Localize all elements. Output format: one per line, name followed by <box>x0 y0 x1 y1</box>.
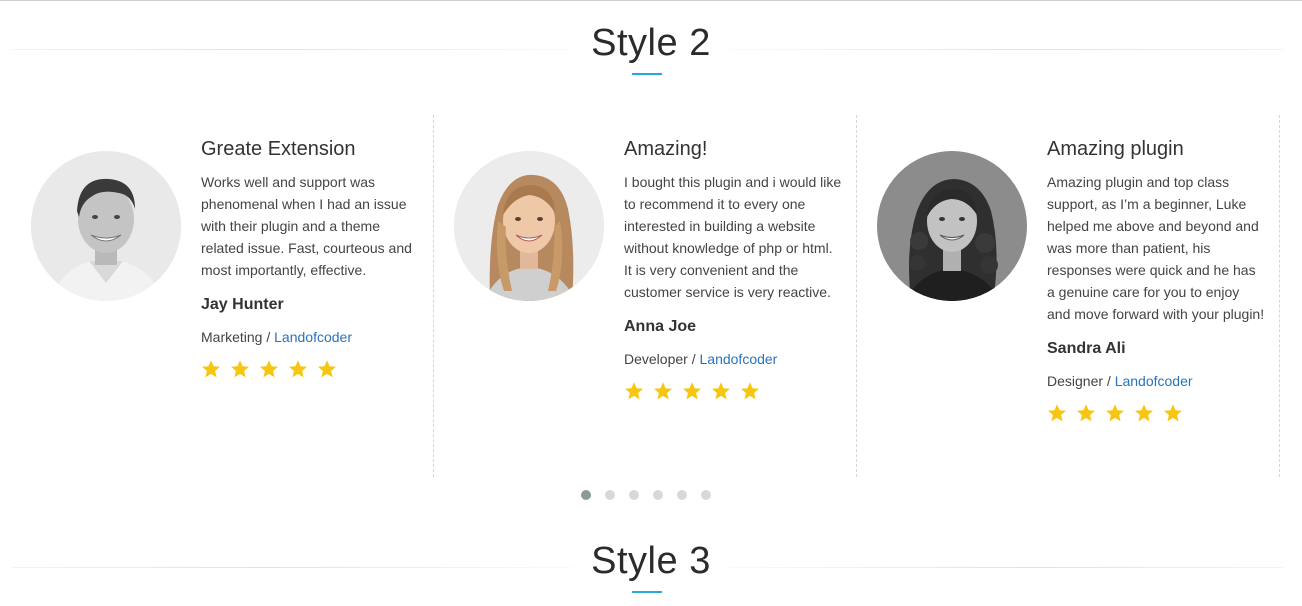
woman-blonde-portrait-photo <box>454 151 604 301</box>
section-title: Style 3 <box>591 540 711 582</box>
star-rating <box>1047 403 1265 425</box>
author-role-label: Designer <box>1047 373 1104 389</box>
author-role-label: Developer <box>624 351 688 367</box>
testimonial-title: Greate Extension <box>201 138 356 160</box>
company-link[interactable]: Landofcoder <box>700 351 778 367</box>
star-rating <box>201 359 419 381</box>
author-name: Jay Hunter <box>201 296 284 313</box>
role-separator: / <box>262 329 275 345</box>
testimonial-content: Greate Extension Works well and support … <box>201 137 419 381</box>
star-icon <box>260 360 278 378</box>
author-role-label: Marketing <box>201 329 263 345</box>
testimonial-content: Amazing plugin Amazing plugin and top cl… <box>1047 137 1265 425</box>
star-icon <box>1048 404 1066 422</box>
section-heading-style-2: Style 2 <box>0 1 1302 81</box>
testimonial-card: Amazing plugin Amazing plugin and top cl… <box>857 115 1280 477</box>
star-rating <box>624 381 842 403</box>
section-heading-style-3: Style 3 <box>0 519 1302 599</box>
carousel-pagination <box>581 490 711 500</box>
author-name: Anna Joe <box>624 318 697 335</box>
woman-curly-portrait-photo <box>877 151 1027 301</box>
testimonial-title: Amazing plugin <box>1047 138 1184 160</box>
author-role: Marketing / Landofcoder <box>201 327 419 347</box>
star-icon <box>1164 404 1182 422</box>
testimonial-text: Amazing plugin and top class support, as… <box>1047 174 1265 322</box>
man-portrait-photo <box>31 151 181 301</box>
pagination-dot[interactable] <box>653 490 663 500</box>
title-accent-underline <box>632 73 662 75</box>
pagination-dot[interactable] <box>581 490 591 500</box>
testimonial-content: Amazing! I bought this plugin and i woul… <box>624 137 842 403</box>
star-icon <box>231 360 249 378</box>
star-icon <box>683 382 701 400</box>
role-separator: / <box>1103 373 1115 389</box>
star-icon <box>1135 404 1153 422</box>
author-name: Sandra Ali <box>1047 340 1126 357</box>
author-role: Designer / Landofcoder <box>1047 371 1265 391</box>
pagination-dot[interactable] <box>677 490 687 500</box>
star-icon <box>741 382 759 400</box>
role-separator: / <box>687 351 700 367</box>
pagination-dot[interactable] <box>701 490 711 500</box>
star-icon <box>654 382 672 400</box>
testimonial-card: Greate Extension Works well and support … <box>11 115 434 477</box>
star-icon <box>1106 404 1124 422</box>
star-icon <box>289 360 307 378</box>
star-icon <box>1077 404 1095 422</box>
title-accent-underline <box>632 591 662 593</box>
testimonial-text: I bought this plugin and i would like to… <box>624 174 842 300</box>
star-icon <box>625 382 643 400</box>
section-title: Style 2 <box>591 22 711 64</box>
company-link[interactable]: Landofcoder <box>1115 373 1193 389</box>
pagination-dot[interactable] <box>629 490 639 500</box>
company-link[interactable]: Landofcoder <box>274 329 352 345</box>
star-icon <box>202 360 220 378</box>
testimonial-title: Amazing! <box>624 138 708 160</box>
pagination-dot[interactable] <box>605 490 615 500</box>
testimonial-text: Works well and support was phenomenal wh… <box>201 174 412 278</box>
page: Style 2 Greate Extension Works well and … <box>0 0 1302 606</box>
testimonial-card: Amazing! I bought this plugin and i woul… <box>434 115 857 477</box>
star-icon <box>712 382 730 400</box>
author-role: Developer / Landofcoder <box>624 349 842 369</box>
testimonial-carousel[interactable]: Greate Extension Works well and support … <box>11 115 1281 477</box>
star-icon <box>318 360 336 378</box>
